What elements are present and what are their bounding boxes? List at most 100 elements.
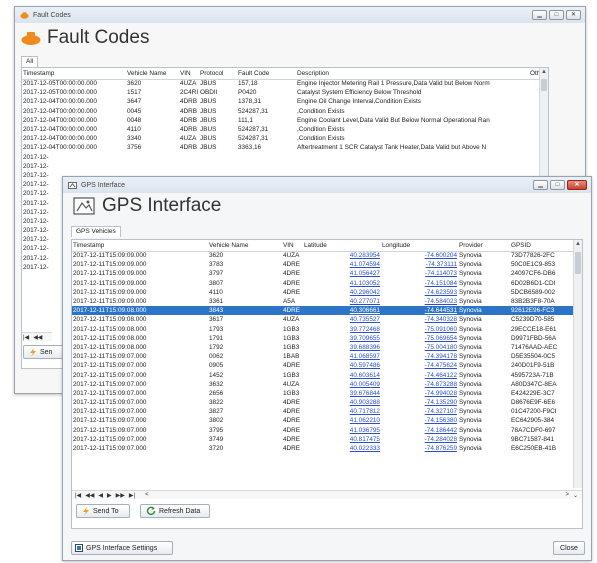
latitude-link[interactable]: 41.068597 (350, 353, 380, 360)
longitude-link[interactable]: -74.623593 (425, 289, 457, 296)
table-row[interactable]: 2017-12-05T00:00:00.000 1517 2C4RI OBDII P04… (22, 88, 541, 97)
latitude-link[interactable]: 40.717812 (350, 408, 380, 415)
fault-column-header[interactable]: Timestamp (22, 68, 126, 80)
longitude-link[interactable]: -74.475624 (425, 362, 457, 369)
refresh-data-button[interactable]: Refresh Data (140, 504, 210, 518)
latitude-link[interactable]: 41.074594 (350, 261, 380, 268)
fault-column-header[interactable]: Protocol (199, 68, 237, 80)
gps-column-header[interactable]: Vehicle Name (208, 240, 282, 252)
latitude-link[interactable]: 40.735527 (350, 316, 380, 323)
table-row[interactable]: 2017-12-11T15:09:07.000 1452 1GB3 40.603614… (72, 370, 574, 379)
fault-column-header[interactable]: VIN (179, 68, 199, 80)
gps-settings-button[interactable]: GPS Interface Settings (71, 541, 173, 555)
table-row[interactable]: 2017-12-04T00:00:00.000 4110 4DRB JBUS 52428… (22, 125, 541, 134)
latitude-link[interactable]: 40.603614 (350, 372, 380, 379)
latitude-link[interactable]: 41.036795 (350, 427, 380, 434)
longitude-link[interactable]: -74.876259 (425, 445, 457, 452)
scroll-left-icon[interactable]: < (144, 492, 150, 498)
gps-column-header[interactable]: Longitude (381, 240, 458, 252)
tab-gps-vehicles[interactable]: GPS Vehicles (71, 226, 121, 237)
latitude-link[interactable]: 41.103052 (350, 280, 380, 287)
table-row[interactable]: 2017-12-11T15:09:07.000 0062 1BAB 41.068597… (72, 352, 574, 361)
gps-minimize-button[interactable]: ▁ (533, 180, 548, 190)
latitude-link[interactable]: 39.676844 (350, 390, 380, 397)
longitude-link[interactable]: -74.873288 (425, 381, 457, 388)
table-row[interactable]: 2017-12-04T00:00:00.000 3340 4UZA JBUS 52428… (22, 134, 541, 143)
gps-maximize-button[interactable]: □ (550, 180, 565, 190)
longitude-link[interactable]: -74.284028 (425, 436, 457, 443)
latitude-link[interactable]: 40.817475 (350, 436, 380, 443)
latitude-link[interactable]: 39.772468 (350, 326, 380, 333)
last-page-icon[interactable]: ▶| (128, 492, 136, 499)
gps-column-header[interactable]: Latitude (303, 240, 381, 252)
gps-column-header[interactable]: Timestamp (72, 240, 208, 252)
table-row[interactable]: 2017-12-11T15:09:09.000 3807 4DRE 41.103052… (72, 279, 574, 288)
longitude-link[interactable]: -74.644531 (425, 307, 457, 314)
longitude-link[interactable]: -74.114073 (425, 270, 457, 277)
table-row[interactable]: 2017-12-11T15:09:09.000 3797 4DRE 41.056427… (72, 269, 574, 278)
send-to-button[interactable]: Send To (76, 504, 130, 518)
longitude-link[interactable]: -75.091060 (425, 326, 457, 333)
longitude-link[interactable]: -74.156380 (425, 417, 457, 424)
table-row[interactable]: 2017-12-11T15:09:07.000 3749 4DRE 40.817475… (72, 435, 574, 444)
longitude-link[interactable]: -74.394178 (425, 353, 457, 360)
table-row[interactable]: 2017-12-04T00:00:00.000 3756 4DRB JBUS 3363,… (22, 143, 541, 152)
table-row[interactable]: 2017-12-11T15:09:08.000 1792 1GB3 39.688396… (72, 343, 574, 352)
latitude-link[interactable]: 40.022333 (350, 445, 380, 452)
next-page-icon[interactable]: ▶▶ (115, 492, 126, 499)
scroll-right-icon[interactable]: > (564, 492, 570, 498)
table-row[interactable]: 2017-12-11T15:09:08.000 1793 1GB3 39.772468… (72, 325, 574, 334)
longitude-link[interactable]: -74.464122 (425, 372, 457, 379)
table-row[interactable]: 2017-12-04T00:00:00.000 0045 4DRB JBUS 52428… (22, 107, 541, 116)
prev-page-icon[interactable]: ◀◀ (84, 492, 95, 499)
longitude-link[interactable]: -74.994028 (425, 390, 457, 397)
latitude-link[interactable]: 40.005409 (350, 381, 380, 388)
gps-column-header[interactable]: GPSID (510, 240, 574, 252)
scroll-up-icon[interactable]: ▲ (540, 69, 548, 75)
table-row[interactable]: 2017-12-04T00:00:00.000 3647 4DRB JBUS 1378,… (22, 97, 541, 106)
next-icon[interactable]: ▶ (106, 492, 113, 499)
table-row[interactable]: 2017-12-11T15:09:08.000 3843 4DRE 40.306661… (72, 306, 574, 316)
gps-close-button[interactable]: ✕ (567, 180, 587, 190)
close-button[interactable]: ✕ (566, 10, 581, 20)
table-row[interactable]: 2017-12- (22, 162, 541, 171)
table-row[interactable]: 2017-12-11T15:09:08.000 3617 4UZA 40.735527… (72, 315, 574, 324)
table-row[interactable]: 2017-12-11T15:09:09.000 3620 4UZA 40.283954… (72, 251, 574, 260)
gps-vertical-scrollbar[interactable]: ▲ (573, 240, 582, 488)
latitude-link[interactable]: 40.277071 (350, 298, 380, 305)
latitude-link[interactable]: 40.283954 (350, 252, 380, 259)
fault-column-header[interactable]: Vehicle Name (126, 68, 179, 80)
first-page-icon[interactable]: |◀ (74, 492, 82, 499)
minimize-button[interactable]: ▁ (532, 10, 547, 20)
gps-column-header[interactable]: VIN (282, 240, 303, 252)
tab-all[interactable]: All (21, 56, 39, 67)
table-row[interactable]: 2017-12-11T15:09:07.000 3720 4DRE 40.022333… (72, 444, 574, 453)
table-row[interactable]: 2017-12-11T15:09:09.000 3361 A5A 40.277071 -… (72, 297, 574, 306)
prev-page-icon[interactable]: ◀◀ (32, 334, 43, 341)
latitude-link[interactable]: 41.062210 (350, 417, 380, 424)
latitude-link[interactable]: 40.903288 (350, 399, 380, 406)
table-row[interactable]: 2017-12-04T00:00:00.000 0048 4DRB JBUS 111,1… (22, 116, 541, 125)
latitude-link[interactable]: 40.597486 (350, 362, 380, 369)
latitude-link[interactable]: 39.688396 (350, 344, 380, 351)
table-row[interactable]: 2017-12-11T15:09:07.000 3802 4DRE 41.062210… (72, 416, 574, 425)
fault-column-header[interactable]: Fault Code (237, 68, 296, 80)
latitude-link[interactable]: 40.296042 (350, 289, 380, 296)
table-row[interactable]: 2017-12-05T00:00:00.000 3620 4UZA JBUS 157,1… (22, 79, 541, 88)
prev-icon[interactable]: ◀ (97, 492, 104, 499)
longitude-link[interactable]: -74.584023 (425, 298, 457, 305)
table-row[interactable]: 2017-12-11T15:09:07.000 2656 1GB3 39.676844… (72, 389, 574, 398)
longitude-link[interactable]: -74.373111 (426, 261, 457, 268)
longitude-link[interactable]: -74.151084 (425, 280, 457, 287)
longitude-link[interactable]: -74.340328 (425, 316, 457, 323)
table-row[interactable]: 2017-12-11T15:09:07.000 3795 4DRE 41.036795… (72, 426, 574, 435)
longitude-link[interactable]: -75.004180 (425, 344, 457, 351)
close-dialog-button[interactable]: Close (553, 541, 585, 555)
table-row[interactable]: 2017-12-11T15:09:07.000 3822 4DRE 40.903288… (72, 398, 574, 407)
first-page-icon[interactable]: |◀ (22, 334, 30, 341)
longitude-link[interactable]: -74.135290 (425, 399, 457, 406)
fault-send-button[interactable]: Sen (23, 345, 67, 359)
longitude-link[interactable]: -74.327107 (425, 408, 457, 415)
longitude-link[interactable]: -74.186442 (425, 427, 457, 434)
maximize-button[interactable]: □ (549, 10, 564, 20)
